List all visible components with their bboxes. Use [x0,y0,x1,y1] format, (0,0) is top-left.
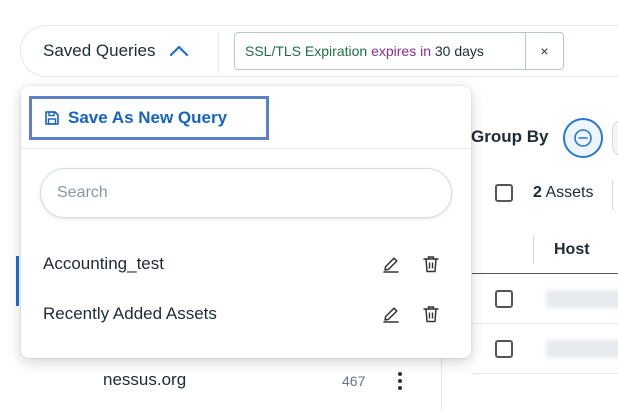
redacted-host [546,290,618,308]
minus-circle-icon [574,129,592,147]
saved-query-item[interactable]: Recently Added Assets [21,291,471,337]
trash-icon[interactable] [421,304,441,324]
saved-queries-dropdown: Save As New Query Accounting_test Recent… [21,86,471,358]
top-toolbar: Saved Queries SSL/TLS Expiration expires… [0,0,618,100]
row-checkbox[interactable] [495,340,513,358]
chevron-up-icon [169,45,189,57]
assets-count-label: 2 Assets [533,184,593,202]
more-options-icon[interactable] [393,370,407,392]
dropdown-divider [21,148,471,149]
saved-queries-button[interactable]: Saved Queries [20,25,220,77]
pencil-icon[interactable] [381,304,401,324]
table-header [472,226,618,274]
list-item-count: 467 [342,373,366,389]
filter-chip-text: SSL/TLS Expiration expires in 30 days [235,43,525,59]
remove-filter-button[interactable]: × [525,33,563,69]
saved-queries-label: Saved Queries [43,41,156,60]
row-checkbox[interactable] [495,290,513,308]
save-icon [44,110,60,126]
saved-query-label: Recently Added Assets [43,304,217,323]
filter-chip[interactable]: SSL/TLS Expiration expires in 30 days × [234,32,564,70]
assets-selection-row: 2 Assets [495,184,593,202]
filter-value: 30 days [434,43,484,59]
save-as-new-query-button[interactable]: Save As New Query [29,96,269,140]
assets-separator [612,180,613,210]
redacted-host [546,340,618,358]
selected-row-indicator [16,256,19,306]
assets-count: 2 [533,184,542,201]
search-input[interactable] [57,184,451,202]
list-item-label[interactable]: nessus.org [103,370,186,390]
assets-word: Assets [541,184,594,201]
select-all-checkbox[interactable] [495,184,513,202]
group-by-option-button[interactable] [612,120,618,156]
trash-icon[interactable] [421,254,441,274]
saved-query-label: Accounting_test [43,254,164,273]
group-by-label: Group By [471,127,549,146]
pencil-icon[interactable] [381,254,401,274]
host-column-header[interactable]: Host [554,241,590,259]
toolbar-divider [218,32,219,74]
search-field[interactable] [40,168,452,218]
collapse-group-button[interactable] [563,118,603,158]
save-as-new-query-label: Save As New Query [68,108,228,127]
column-separator [533,236,534,264]
filter-field: SSL/TLS Expiration [245,43,368,59]
saved-query-item[interactable]: Accounting_test [21,241,471,287]
filter-operator: expires in [371,43,431,59]
